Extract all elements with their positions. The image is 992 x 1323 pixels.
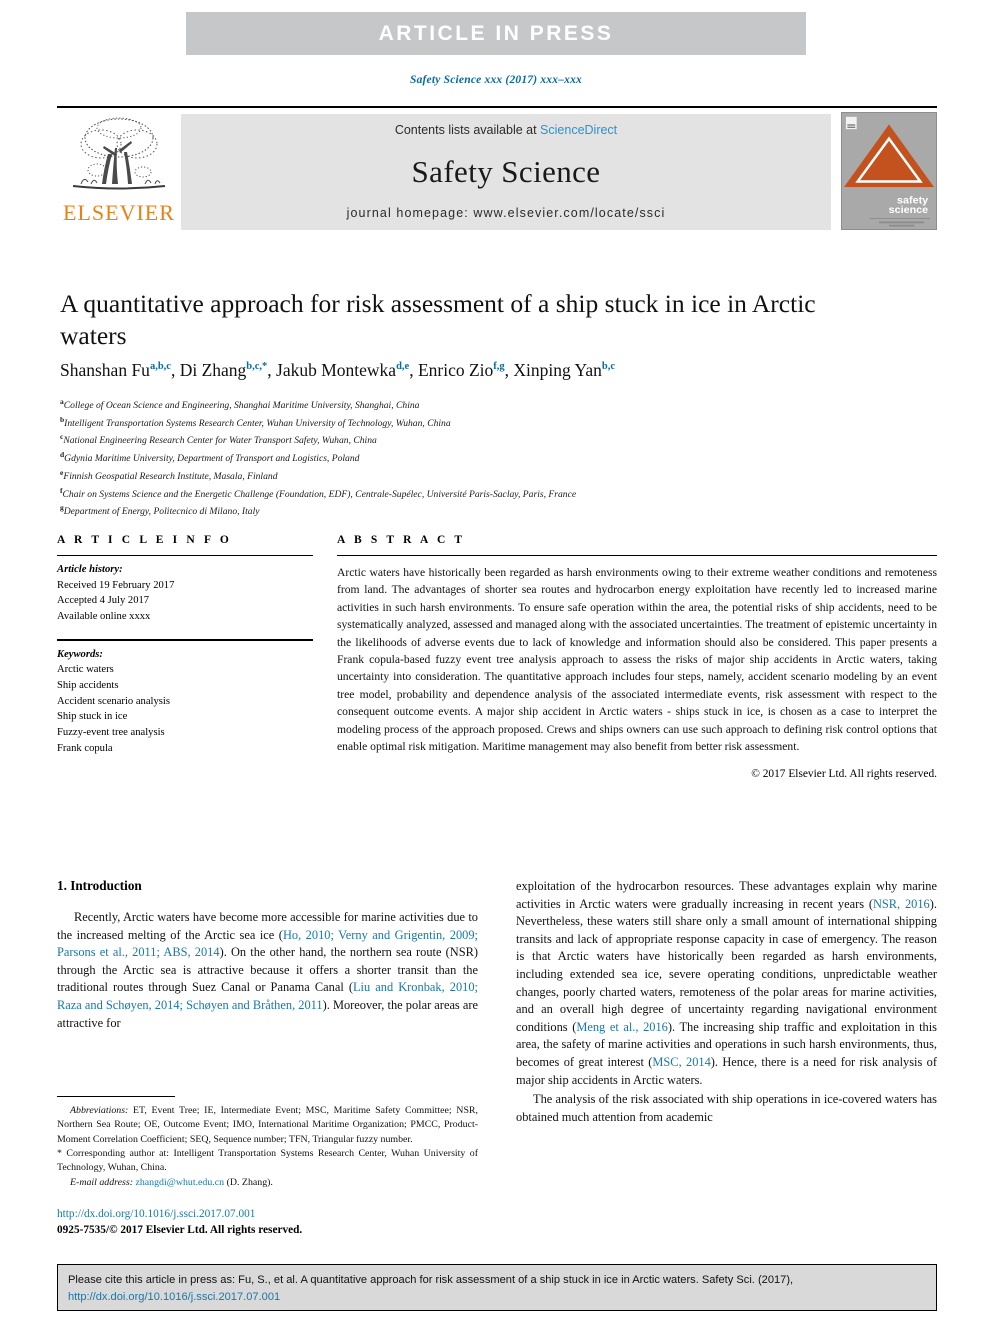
section-heading-introduction: 1. Introduction bbox=[57, 878, 142, 893]
corresponding-author-note: * Corresponding author at: Intelligent T… bbox=[57, 1148, 478, 1174]
info-abstract-section: A R T I C L E I N F O Article history: R… bbox=[57, 534, 937, 780]
article-history-item: Accepted 4 July 2017 bbox=[57, 595, 150, 607]
keyword-item: Ship accidents bbox=[57, 680, 119, 692]
journal-masthead: ELSEVIER Contents lists available at Sci… bbox=[57, 106, 937, 232]
article-in-press-label: ARTICLE IN PRESS bbox=[378, 21, 614, 45]
affiliation-item: eFinnish Geospatial Research Institute, … bbox=[60, 467, 780, 485]
abstract-heading: A B S T R A C T bbox=[337, 534, 466, 546]
email-label: E-mail address: bbox=[70, 1176, 133, 1188]
keywords-label: Keywords: bbox=[57, 648, 103, 660]
elsevier-wordmark: ELSEVIER bbox=[63, 200, 175, 225]
page-title: A quantitative approach for risk assessm… bbox=[60, 289, 816, 351]
affiliation-text: Finnish Geospatial Research Institute, M… bbox=[63, 471, 278, 483]
cite-doi-link[interactable]: http://dx.doi.org/10.1016/j.ssci.2017.07… bbox=[68, 1291, 280, 1303]
author-affiliation-marks: d,e bbox=[396, 361, 410, 373]
intro-text-b: ). Nevertheless, these waters still shar… bbox=[516, 896, 937, 1034]
author-entry: Enrico Ziof,g bbox=[418, 360, 505, 380]
article-info-column: A R T I C L E I N F O Article history: R… bbox=[57, 534, 337, 780]
abstract-column: A B S T R A C T Arctic waters have histo… bbox=[337, 534, 937, 780]
author-affiliation-marks: f,g bbox=[493, 361, 505, 373]
affiliation-text: Chair on Systems Science and the Energet… bbox=[62, 488, 577, 500]
affiliation-list: aCollege of Ocean Science and Engineerin… bbox=[60, 396, 780, 520]
svg-text:science: science bbox=[889, 204, 929, 216]
footnote-divider bbox=[57, 1096, 175, 1097]
email-suffix: (D. Zhang). bbox=[224, 1176, 273, 1188]
author-affiliation-marks: b,c bbox=[601, 361, 616, 373]
email-link[interactable]: zhangdi@whut.edu.cn bbox=[135, 1177, 224, 1188]
affiliation-item: bIntelligent Transportation Systems Rese… bbox=[60, 414, 780, 432]
author-name: Di Zhang bbox=[179, 360, 247, 380]
abbreviations-label: Abbreviations: bbox=[70, 1105, 129, 1116]
author-entry: Shanshan Fua,b,c bbox=[60, 360, 171, 380]
affiliation-item: gDepartment of Energy, Politecnico di Mi… bbox=[60, 502, 780, 520]
keyword-item: Frank copula bbox=[57, 742, 113, 754]
citation-link[interactable]: MSC, 2014 bbox=[652, 1055, 710, 1069]
abbreviations-note: Abbreviations: ET, Event Tree; IE, Inter… bbox=[57, 1104, 478, 1147]
issn-copyright-line: 0925-7535/© 2017 Elsevier Ltd. All right… bbox=[57, 1224, 303, 1237]
article-body: 1. Introduction Recently, Arctic waters … bbox=[57, 878, 937, 1129]
keyword-item: Fuzzy-event tree analysis bbox=[57, 727, 165, 739]
author-list: Shanshan Fua,b,c, Di Zhangb,c,*, Jakub M… bbox=[60, 360, 616, 380]
author-entry: Di Zhangb,c,* bbox=[180, 360, 268, 380]
author-entry: Xinping Yanb,c bbox=[513, 360, 615, 380]
affiliation-text: Department of Energy, Politecnico di Mil… bbox=[63, 506, 260, 518]
citation-link[interactable]: Meng et al., 2016 bbox=[576, 1020, 668, 1034]
author-name: Enrico Zio bbox=[417, 360, 494, 380]
affiliation-text: College of Ocean Science and Engineering… bbox=[63, 400, 420, 412]
intro-paragraph-left: Recently, Arctic waters have become more… bbox=[57, 909, 478, 1032]
article-history-item: Received 19 February 2017 bbox=[57, 579, 175, 591]
sciencedirect-link[interactable]: ScienceDirect bbox=[540, 123, 617, 137]
elsevier-logo: ELSEVIER bbox=[57, 108, 181, 232]
author-entry: Jakub Montewkad,e bbox=[276, 360, 409, 380]
article-history-item: Available online xxxx bbox=[57, 611, 151, 623]
intro-paragraph-right-2: The analysis of the risk associated with… bbox=[516, 1092, 937, 1124]
doi-link[interactable]: http://dx.doi.org/10.1016/j.ssci.2017.07… bbox=[57, 1206, 302, 1222]
elsevier-tree-icon bbox=[67, 114, 171, 200]
author-name: Shanshan Fu bbox=[60, 360, 150, 380]
intro-paragraph-right: exploitation of the hydrocarbon resource… bbox=[516, 878, 937, 1089]
affiliation-item: aCollege of Ocean Science and Engineerin… bbox=[60, 396, 780, 414]
affiliation-text: Intelligent Transportation Systems Resea… bbox=[64, 417, 451, 429]
body-left-column: 1. Introduction Recently, Arctic waters … bbox=[57, 878, 478, 1129]
affiliation-item: cNational Engineering Research Center fo… bbox=[60, 431, 780, 449]
affiliation-item: dGdynia Maritime University, Department … bbox=[60, 449, 780, 467]
journal-title: Safety Science bbox=[411, 153, 601, 189]
keywords-block: Keywords: Arctic waters Ship accidents A… bbox=[57, 641, 313, 757]
abstract-text: Arctic waters have historically been reg… bbox=[337, 566, 937, 753]
affiliation-text: National Engineering Research Center for… bbox=[63, 435, 377, 447]
citation-link[interactable]: NSR, 2016 bbox=[873, 897, 930, 911]
keyword-item: Ship stuck in ice bbox=[57, 711, 128, 723]
keyword-item: Arctic waters bbox=[57, 664, 114, 676]
article-history-label: Article history: bbox=[57, 564, 123, 575]
footnote-block: Abbreviations: ET, Event Tree; IE, Inter… bbox=[57, 1096, 478, 1190]
article-info-heading: A R T I C L E I N F O bbox=[57, 534, 232, 546]
journal-running-head: Safety Science xxx (2017) xxx–xxx bbox=[409, 74, 583, 86]
cite-text: Please cite this article in press as: Fu… bbox=[68, 1274, 794, 1286]
journal-cover-thumbnail: safety science bbox=[841, 112, 937, 230]
article-in-press-banner: ARTICLE IN PRESS bbox=[186, 12, 806, 55]
email-note: E-mail address: zhangdi@whut.edu.cn (D. … bbox=[57, 1176, 478, 1190]
journal-info-block: Contents lists available at ScienceDirec… bbox=[181, 114, 831, 230]
author-name: Xinping Yan bbox=[513, 360, 602, 380]
author-affiliation-marks: a,b,c bbox=[149, 361, 171, 373]
journal-homepage-link[interactable]: journal homepage: www.elsevier.com/locat… bbox=[347, 206, 666, 220]
contents-available-line: Contents lists available at ScienceDirec… bbox=[395, 123, 617, 137]
author-affiliation-marks: b,c,* bbox=[246, 361, 268, 373]
affiliation-item: fChair on Systems Science and the Energe… bbox=[60, 485, 780, 503]
author-name: Jakub Montewka bbox=[276, 360, 397, 380]
contents-prefix: Contents lists available at bbox=[394, 123, 541, 137]
keyword-item: Accident scenario analysis bbox=[57, 695, 170, 707]
body-right-column: exploitation of the hydrocarbon resource… bbox=[516, 878, 937, 1129]
cite-this-article-box: Please cite this article in press as: Fu… bbox=[57, 1264, 937, 1311]
doi-block: http://dx.doi.org/10.1016/j.ssci.2017.07… bbox=[57, 1206, 302, 1238]
article-history-block: Article history: Received 19 February 20… bbox=[57, 556, 313, 625]
abstract-copyright: © 2017 Elsevier Ltd. All rights reserved… bbox=[751, 768, 937, 781]
affiliation-text: Gdynia Maritime University, Department o… bbox=[64, 453, 360, 465]
